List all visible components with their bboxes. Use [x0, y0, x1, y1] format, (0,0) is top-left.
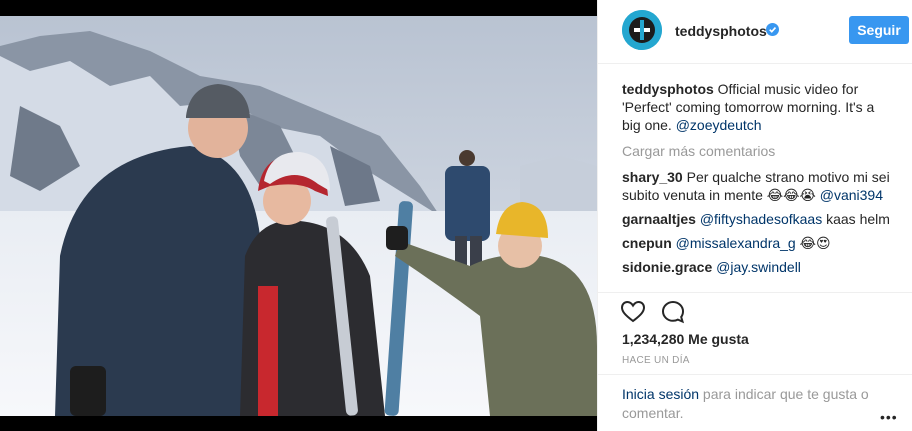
comment-mention[interactable]: @fiftyshadesofkaas [700, 211, 822, 227]
caption-mention[interactable]: @zoeydeutch [676, 117, 762, 133]
post-caption: teddysphotos Official music video for 'P… [622, 80, 892, 134]
comment-mention[interactable]: @jay.swindell [716, 259, 801, 275]
post-header: teddysphotos Seguir [598, 0, 912, 64]
comment-item: shary_30 Per qualche strano motivo mi se… [622, 168, 892, 204]
avatar[interactable] [622, 10, 662, 50]
post-photo[interactable] [0, 16, 597, 416]
comment-after: 😂😍 [795, 235, 831, 251]
comment-username[interactable]: cnepun [622, 235, 672, 251]
load-more-comments-link[interactable]: Cargar más comentarios [622, 142, 892, 160]
post-actions: 1,234,280 Me gusta HACE UN DÍA Inicia se… [598, 292, 912, 421]
verified-badge-icon [766, 23, 779, 36]
post-sidebar: teddysphotos Seguir teddysphotos Officia… [597, 0, 912, 431]
more-options-icon[interactable]: ••• [880, 409, 898, 425]
comment-username[interactable]: sidonie.grace [622, 259, 712, 275]
comment-username[interactable]: shary_30 [622, 169, 683, 185]
comment-mention[interactable]: @vani394 [820, 187, 883, 203]
comments-list: teddysphotos Official music video for 'P… [622, 80, 892, 282]
post-timestamp: HACE UN DÍA [622, 355, 690, 366]
avatar-logo-icon [622, 10, 662, 50]
login-link[interactable]: Inicia sesión [622, 386, 699, 402]
post-photo-pane [0, 0, 597, 431]
comment-item: garnaaltjes @fiftyshadesofkaas kaas helm [622, 210, 892, 228]
login-prompt: Inicia sesión para indicar que te gusta … [598, 374, 912, 431]
comment-after: kaas helm [822, 211, 890, 227]
likes-count[interactable]: 1,234,280 Me gusta [622, 331, 749, 347]
follow-button[interactable]: Seguir [849, 16, 909, 44]
comment-icon[interactable] [660, 299, 686, 325]
heart-icon[interactable] [620, 299, 646, 325]
comment-item: cnepun @missalexandra_g 😂😍 [622, 234, 892, 252]
caption-username[interactable]: teddysphotos [622, 81, 714, 97]
comment-mention[interactable]: @missalexandra_g [676, 235, 796, 251]
comment-username[interactable]: garnaaltjes [622, 211, 696, 227]
post-username[interactable]: teddysphotos [675, 23, 767, 39]
comment-item: sidonie.grace @jay.swindell [622, 258, 892, 276]
